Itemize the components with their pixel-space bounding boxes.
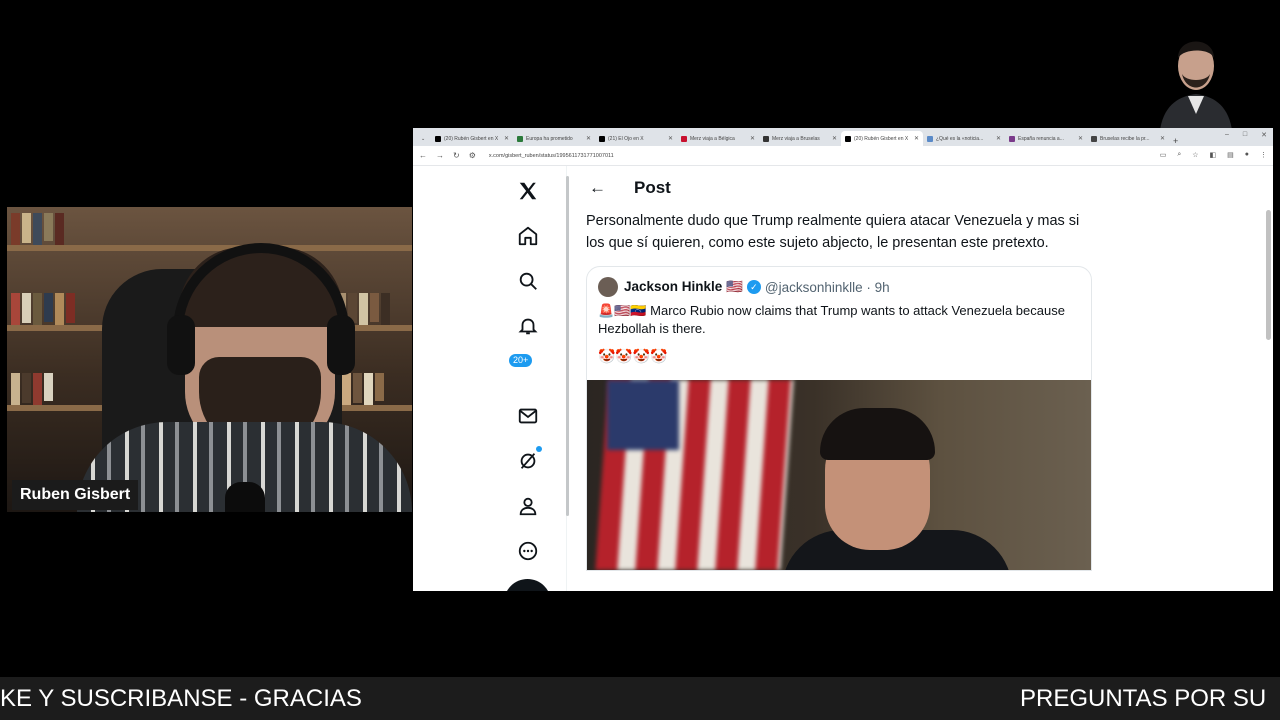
bookmark-star-icon[interactable]: ☆ (1192, 151, 1198, 159)
maximize-button[interactable]: □ (1243, 131, 1247, 139)
tab-strip: ⌄ (20) Rubén Gisbert en X ✕ Europa ha pro… (413, 128, 1273, 146)
ticker-text-left: KE Y SUSCRIBANSE - GRACIAS (0, 685, 362, 712)
new-tab-button[interactable]: + (1169, 136, 1182, 146)
quoted-author-handle[interactable]: @jacksonhinklle · 9h (765, 280, 890, 295)
us-flag-canton (607, 380, 679, 450)
post-body-text: Personalmente dudo que Trump realmente q… (586, 213, 1080, 251)
profile-icon[interactable]: ● (1245, 151, 1249, 159)
browser-tab[interactable]: (21) El Ojo en X ✕ (595, 131, 677, 146)
avatar[interactable] (598, 277, 618, 297)
post-header: ← Post (586, 166, 1106, 210)
more-svg (518, 541, 538, 561)
browser-tab[interactable]: Europa ha prometido ✕ (513, 131, 595, 146)
host-portrait-image (1150, 18, 1242, 130)
browser-window: ⌄ (20) Rubén Gisbert en X ✕ Europa ha pro… (413, 128, 1273, 591)
back-arrow-icon[interactable]: ← (589, 178, 606, 198)
tab-list-menu[interactable]: ⌄ (417, 131, 431, 146)
close-tab-icon[interactable]: ✕ (914, 135, 919, 142)
back-nav-icon[interactable]: ← (419, 151, 427, 160)
x-favicon-icon (845, 135, 851, 142)
quoted-author-name[interactable]: Jackson Hinkle 🇺🇸 (624, 279, 743, 295)
video-person-hair (820, 408, 935, 460)
reload-icon[interactable]: ↻ (453, 151, 460, 160)
notifications-bell-icon[interactable] (513, 311, 543, 341)
messages-envelope-icon[interactable] (513, 401, 543, 431)
ticker-text-right: PREGUNTAS POR SU (1020, 685, 1267, 712)
quoted-post-header: Jackson Hinkle 🇺🇸 ✓ @jacksonhinklle · 9h (587, 267, 1091, 297)
x-logo-svg (519, 182, 537, 200)
close-tab-icon[interactable]: ✕ (668, 135, 673, 142)
browser-tab[interactable]: Bruselas recibe la pr... ✕ (1087, 131, 1169, 146)
forward-nav-icon[interactable]: → (436, 151, 444, 160)
bell-svg (518, 318, 538, 335)
site-info-icon[interactable]: ⚙ (469, 151, 476, 160)
search-icon[interactable] (513, 266, 543, 296)
search-svg (519, 272, 537, 290)
webcam-feed (7, 207, 412, 512)
close-window-button[interactable]: ✕ (1261, 131, 1267, 139)
compose-post-button[interactable] (504, 579, 551, 591)
browser-tab[interactable]: Merz viaja a Bélgica ✕ (677, 131, 759, 146)
x-page: 20+ ← Post Personalmente dudo que Trump … (413, 166, 1273, 591)
notifications-badge: 20+ (509, 354, 533, 367)
site-favicon-icon (1009, 135, 1015, 142)
browser-tab[interactable]: Merz viaja a Bruselas ✕ (759, 131, 841, 146)
address-bar[interactable]: x.com/gisbert_ruben/status/1995611731771… (489, 153, 614, 159)
home-svg (518, 226, 538, 246)
close-tab-icon[interactable]: ✕ (504, 135, 509, 142)
post-detail: ← Post Personalmente dudo que Trump real… (586, 166, 1106, 571)
quoted-post-text: 🚨🇺🇸🇻🇪 Marco Rubio now claims that Trump … (598, 303, 1065, 336)
quoted-post-card[interactable]: Jackson Hinkle 🇺🇸 ✓ @jacksonhinklle · 9h… (586, 266, 1092, 571)
close-tab-icon[interactable]: ✕ (586, 135, 591, 142)
cast-icon[interactable]: ▭ (1160, 151, 1167, 159)
close-tab-icon[interactable]: ✕ (832, 135, 837, 142)
browser-tab[interactable]: ¿Qué es la «noticia... ✕ (923, 131, 1005, 146)
grok-notification-dot (536, 446, 542, 452)
site-favicon-icon (517, 135, 523, 142)
speaker-name-tag: Ruben Gisbert (12, 480, 139, 510)
profile-person-icon[interactable] (513, 491, 543, 521)
site-favicon-icon (927, 135, 933, 142)
close-tab-icon[interactable]: ✕ (1078, 135, 1083, 142)
home-icon[interactable] (513, 221, 543, 251)
sidebar-scrollbar[interactable] (566, 176, 569, 516)
x-sidebar: 20+ (413, 166, 568, 591)
quoted-post-video[interactable] (587, 380, 1091, 570)
x-logo-icon[interactable] (513, 176, 543, 206)
zoom-icon[interactable]: ⌕ (1177, 151, 1181, 159)
page-scrollbar[interactable] (1266, 210, 1271, 340)
quoted-post-emojis: 🤡🤡🤡🤡 (598, 348, 668, 364)
browser-tab-active[interactable]: (20) Rubén Gisbert en X ✕ (841, 131, 923, 146)
verified-badge-icon: ✓ (746, 280, 761, 294)
browser-toolbar: ← → ↻ ⚙ x.com/gisbert_ruben/status/19956… (413, 146, 1273, 166)
reading-list-icon[interactable]: ▤ (1227, 151, 1234, 159)
menu-kebab-icon[interactable]: ⋮ (1260, 151, 1267, 159)
close-tab-icon[interactable]: ✕ (750, 135, 755, 142)
site-favicon-icon (681, 135, 687, 142)
envelope-svg (518, 408, 538, 424)
browser-tab[interactable]: España renuncia a... ✕ (1005, 131, 1087, 146)
minimize-button[interactable]: – (1225, 131, 1229, 139)
extensions-icon[interactable]: ◧ (1210, 151, 1217, 159)
site-favicon-icon (763, 135, 769, 142)
news-ticker: KE Y SUSCRIBANSE - GRACIAS PREGUNTAS POR… (0, 677, 1280, 720)
grok-svg (520, 453, 536, 469)
close-tab-icon[interactable]: ✕ (1160, 135, 1165, 142)
person-svg (519, 497, 537, 516)
more-options-icon[interactable] (513, 536, 543, 566)
post-title: Post (634, 178, 671, 197)
browser-tab[interactable]: (20) Rubén Gisbert en X ✕ (431, 131, 513, 146)
site-favicon-icon (1091, 135, 1097, 142)
x-favicon-icon (435, 135, 441, 142)
x-favicon-icon (599, 135, 605, 142)
close-tab-icon[interactable]: ✕ (996, 135, 1001, 142)
